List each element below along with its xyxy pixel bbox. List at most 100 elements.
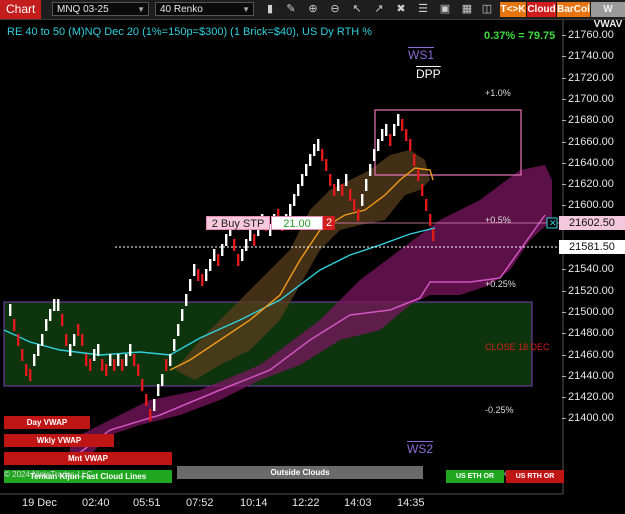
down-brick [405, 129, 408, 141]
down-brick [121, 359, 124, 371]
price-axis-label: 21500.00 [562, 306, 614, 318]
wvwap-toggle-button[interactable]: W VWAV [591, 2, 625, 30]
tools-icon[interactable]: ✖ [394, 2, 408, 16]
up-brick [365, 179, 368, 191]
day-vwap-button[interactable]: Day VWAP [4, 416, 90, 429]
up-brick [161, 374, 164, 386]
down-brick [421, 184, 424, 196]
up-brick [129, 344, 132, 356]
chevron-down-icon: ▼ [137, 5, 145, 14]
time-label: 14:03 [344, 497, 372, 509]
order-side-label[interactable]: 2 Buy STP [206, 216, 270, 230]
time-label: 05:51 [133, 497, 161, 509]
down-brick [432, 229, 435, 241]
up-brick [117, 354, 120, 366]
up-brick [373, 149, 376, 161]
down-brick [389, 134, 392, 146]
arrow-icon[interactable]: ↗ [372, 2, 386, 16]
price-axis-label: 21600.00 [562, 199, 614, 211]
cursor-icon[interactable]: ↖ [350, 2, 364, 16]
price-tick [562, 418, 566, 420]
grid-icon[interactable]: ◫ [480, 2, 494, 16]
price-tick [562, 397, 566, 399]
minus-025-percent-label: -0.25% [485, 405, 514, 415]
up-brick [49, 309, 52, 321]
down-brick [201, 274, 204, 286]
price-tick [562, 333, 566, 335]
bar-type-selector[interactable]: 40 Renko ▼ [155, 2, 254, 16]
down-brick [217, 254, 220, 266]
price-axis-label: 21700.00 [562, 93, 614, 105]
up-brick [125, 354, 128, 366]
down-brick [325, 159, 328, 171]
monthly-vwap-button[interactable]: Mnt VWAP [4, 452, 172, 465]
down-brick [25, 364, 28, 376]
price-tick [562, 269, 566, 271]
down-brick [321, 149, 324, 161]
save-icon[interactable]: ▣ [438, 2, 452, 16]
down-brick [357, 209, 360, 221]
up-brick [177, 324, 180, 336]
price-axis-label: 21480.00 [562, 327, 614, 339]
up-brick [69, 344, 72, 356]
up-brick [381, 129, 384, 141]
layout-icon[interactable]: ▦ [460, 2, 474, 16]
weekly-vwap-button[interactable]: Wkly VWAP [4, 434, 114, 447]
up-brick [337, 179, 340, 191]
down-brick [429, 214, 432, 226]
search-icon[interactable]: ⊖ [328, 2, 342, 16]
order-quantity-label[interactable]: 2 [323, 216, 335, 230]
up-brick [9, 304, 12, 316]
price-tick [562, 35, 566, 36]
instrument-selector[interactable]: MNQ 03-25 ▼ [52, 2, 149, 16]
us-eth-or-button[interactable]: US ETH OR [446, 470, 504, 483]
up-brick [205, 269, 208, 281]
down-brick [197, 269, 200, 281]
down-brick [333, 184, 336, 196]
price-axis-label: 21680.00 [562, 114, 614, 126]
down-brick [105, 364, 108, 376]
up-brick [33, 354, 36, 366]
up-brick [397, 114, 400, 126]
time-label: 02:40 [82, 497, 110, 509]
up-brick [221, 244, 224, 256]
properties-icon[interactable]: ☰ [416, 2, 430, 16]
plus-05-percent-label: +0.5% [485, 215, 511, 225]
price-tick [562, 120, 566, 122]
price-tick [562, 205, 566, 207]
time-label: 12:22 [292, 497, 320, 509]
price-axis-label: 21420.00 [562, 391, 614, 403]
down-brick [233, 239, 236, 251]
bars-icon[interactable]: ▮ [263, 2, 277, 16]
down-brick [77, 324, 80, 336]
order-pnl-label[interactable]: 21.00 [271, 216, 323, 230]
down-brick [61, 314, 64, 326]
ws2-label: WS2 [407, 442, 434, 456]
up-brick [109, 354, 112, 366]
daily-change-percent: 0.37% = 79.75 [484, 30, 556, 42]
cloud-toggle-button[interactable]: Cloud [527, 2, 556, 17]
us-rth-or-button[interactable]: US RTH OR [506, 470, 564, 483]
tk-toggle-button[interactable]: T<>K [500, 2, 526, 17]
up-brick [345, 174, 348, 186]
price-tick [562, 354, 566, 356]
barcol-toggle-button[interactable]: BarCol [557, 2, 590, 17]
up-brick [209, 259, 212, 271]
price-tick [562, 56, 566, 58]
up-brick [41, 334, 44, 346]
instrument-value: MNQ 03-25 [57, 4, 109, 15]
time-label: 19 Dec [22, 497, 57, 509]
down-brick [417, 169, 420, 181]
copyright-text: © 2024 NinjaTrader, LLC [4, 470, 93, 479]
down-brick [165, 359, 168, 371]
price-axis-label: 21760.00 [562, 29, 614, 41]
price-axis-label: 21720.00 [562, 72, 614, 84]
down-brick [89, 359, 92, 371]
up-brick [313, 144, 316, 156]
up-brick [185, 294, 188, 306]
outside-clouds-button[interactable]: Outside Clouds [177, 466, 423, 479]
zoom-icon[interactable]: ⊕ [306, 2, 320, 16]
up-brick [369, 164, 372, 176]
up-brick [45, 319, 48, 331]
draw-icon[interactable]: ✎ [284, 2, 298, 16]
